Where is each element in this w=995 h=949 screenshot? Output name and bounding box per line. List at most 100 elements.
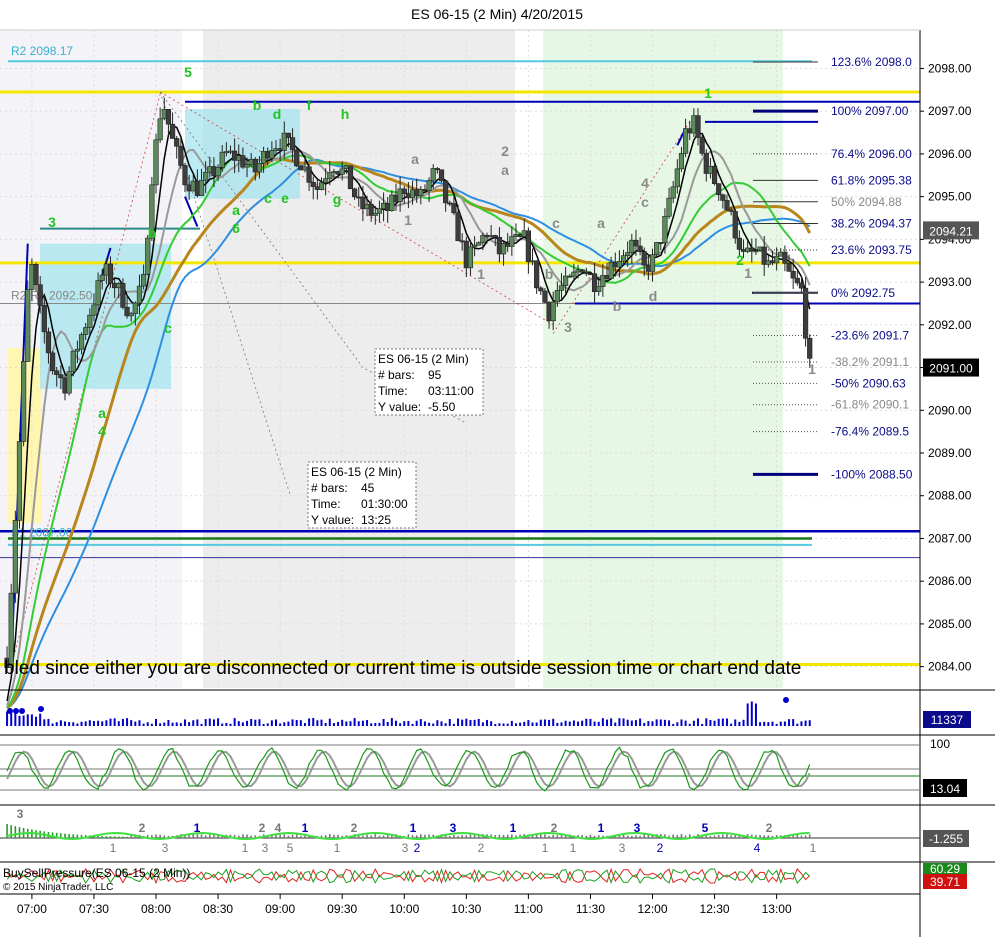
candle-body (430, 168, 436, 181)
candle-body (786, 263, 792, 272)
time-tick-label: 07:00 (17, 902, 47, 916)
tooltip-bars-label: # bars: (311, 481, 348, 495)
fib-label: -76.4% 2089.5 (831, 425, 909, 439)
candle-body (169, 123, 176, 139)
wave-osc-label: 5 (702, 821, 709, 835)
wave-osc-label-bottom: 2 (657, 841, 664, 855)
copyright: © 2015 NinjaTrader, LLC (3, 882, 113, 893)
candle-body (174, 138, 180, 147)
bsp-sell-value: 39.71 (930, 875, 960, 889)
candle-body (25, 289, 31, 362)
candle-body (637, 245, 643, 252)
wave-label-green: a (98, 405, 106, 421)
candle-body (37, 284, 43, 306)
wave-osc-label: 1 (302, 821, 309, 835)
price-tick-label: 2090.00 (928, 403, 972, 417)
candle-body (120, 283, 126, 308)
candle-body (550, 301, 556, 322)
candle-body (347, 165, 354, 190)
candle-body (699, 137, 705, 154)
wave-osc-label: 1 (510, 821, 517, 835)
wave-osc-label-bottom: 3 (262, 841, 269, 855)
candle-body (45, 331, 52, 354)
tooltip-bars-value: 95 (428, 368, 442, 382)
candle-body (542, 290, 548, 303)
tooltip-title: ES 06-15 (2 Min) (311, 465, 402, 479)
candle-body (198, 179, 205, 196)
wave-label-green: 2 (736, 252, 744, 268)
wave-label-green: f (307, 97, 312, 113)
tooltip-time-value: 03:11:00 (428, 384, 474, 398)
candle-body (376, 208, 383, 214)
price-tick-label: 2085.00 (928, 617, 972, 631)
wave-osc-label-bottom: 1 (570, 841, 577, 855)
wave-osc-label: 4 (275, 821, 282, 835)
wave-osc-label-bottom: 1 (334, 841, 341, 855)
wave-label-green: 1 (704, 85, 712, 101)
candle-body (695, 115, 701, 138)
time-tick-label: 09:00 (265, 902, 295, 916)
wave-label-gray: a (411, 151, 419, 167)
candle-body (49, 352, 56, 372)
candle-body (807, 337, 813, 359)
pivot-r2r1-label: R2-R1 2092.50 (11, 288, 93, 302)
candle-body (153, 139, 159, 186)
candle-body (724, 200, 730, 211)
candle-body (256, 162, 263, 173)
candle-body (802, 287, 809, 339)
wave-label-green: b (253, 97, 262, 113)
fib-label: -100% 2088.50 (831, 467, 913, 481)
fib-label: 23.6% 2093.75 (831, 243, 912, 257)
candle-body (33, 264, 39, 286)
candle-body (145, 237, 151, 275)
volume-dot (38, 706, 44, 712)
candle-body (774, 255, 780, 264)
tooltip-bars-value: 45 (361, 481, 375, 495)
wave-osc-label-bottom: 5 (287, 841, 294, 855)
time-tick-label: 10:00 (389, 902, 419, 916)
volume-dot (19, 708, 25, 714)
candle-body (670, 186, 676, 199)
candle-body (666, 197, 672, 217)
time-tick-label: 13:00 (762, 902, 792, 916)
wave-osc-label-bottom: 4 (754, 841, 761, 855)
price-tick-label: 2095.00 (928, 190, 972, 204)
candle-body (157, 118, 163, 141)
candle-body (641, 251, 647, 266)
wave-label-gray: d (649, 288, 658, 304)
candle-body (21, 361, 27, 442)
fib-label: -23.6% 2091.7 (831, 329, 909, 343)
candle-body (215, 166, 221, 177)
chart-canvas: ES 06-15 (2 Min) 4/20/2015 R2 2098.17 R2-… (0, 6, 995, 937)
wave-label-green: b (148, 225, 157, 241)
candle-body (339, 168, 345, 175)
candle-body (401, 188, 407, 195)
wave-label-green: 5 (184, 64, 192, 80)
candle-body (558, 285, 565, 291)
time-tick-label: 11:30 (576, 902, 605, 916)
tooltip-y-value: -5.50 (428, 400, 456, 414)
wave-label-green: d (273, 106, 282, 122)
candle-body (285, 132, 292, 138)
tooltip-y-label: Y value: (378, 400, 421, 414)
candle-body (798, 282, 805, 289)
fib-label: 61.8% 2095.38 (831, 173, 912, 187)
price-tick-label: 2084.00 (928, 660, 972, 674)
candle-body (306, 166, 312, 183)
candle-body (596, 286, 602, 292)
candle-body (95, 280, 101, 306)
candle-body (633, 239, 639, 247)
candle-body (323, 178, 329, 184)
fib-label: -38.2% 2091.1 (831, 355, 909, 369)
wave-osc-label-bottom: 1 (810, 841, 817, 855)
price-tick-label: 2088.00 (928, 489, 972, 503)
tooltip-y-label: Y value: (311, 513, 354, 527)
candle-body (538, 287, 544, 292)
candle-body (289, 137, 296, 151)
tooltip-time-label: Time: (311, 497, 341, 511)
candle-body (310, 182, 316, 187)
candle-body (649, 254, 656, 272)
wave-label-gray: 4 (641, 175, 649, 191)
wave-label-green: a (232, 202, 240, 218)
time-tick-label: 08:00 (141, 902, 171, 916)
